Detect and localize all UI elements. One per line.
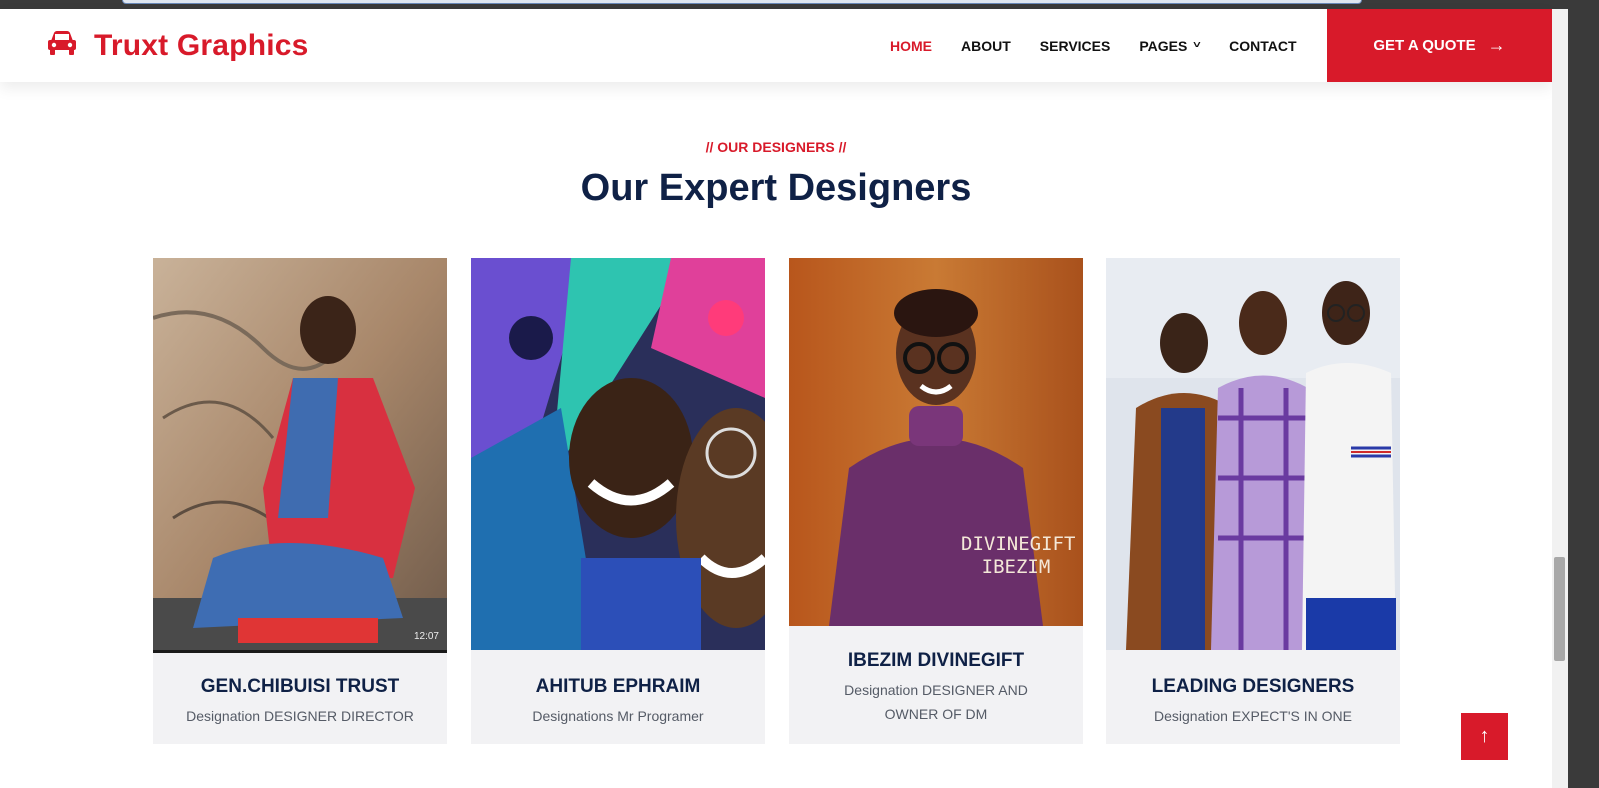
get-a-quote-button[interactable]: GET A QUOTE → bbox=[1327, 9, 1552, 82]
nav-pages-label: PAGES bbox=[1139, 37, 1188, 54]
designer-name: AHITUB EPHRAIM bbox=[535, 676, 701, 697]
designer-photo bbox=[1106, 258, 1400, 650]
scrollbar-thumb[interactable] bbox=[1554, 557, 1565, 661]
nav-contact[interactable]: CONTACT bbox=[1229, 38, 1296, 54]
designer-photo: DIVINEGIFT IBEZIM bbox=[789, 258, 1083, 626]
designer-name: IBEZIM DIVINEGIFT bbox=[847, 650, 1025, 671]
brand-name: Truxt Graphics bbox=[94, 28, 309, 62]
designer-card[interactable]: AHITUB EPHRAIM Designations Mr Programer bbox=[471, 258, 765, 744]
photo-timestamp: 12:07 bbox=[413, 631, 439, 642]
nav-home[interactable]: HOME bbox=[890, 38, 932, 54]
browser-top-strip bbox=[0, 0, 1599, 9]
arrow-up-icon: ↑ bbox=[1479, 725, 1490, 747]
designer-designation: Designation EXPECT'S IN ONE bbox=[1154, 708, 1352, 724]
car-icon bbox=[46, 28, 78, 63]
designer-card[interactable]: 12:07 GEN.CHIBUISI TRUST Designation DES… bbox=[153, 258, 447, 744]
section-title: Our Expert Designers bbox=[580, 167, 972, 209]
quote-label: GET A QUOTE bbox=[1373, 37, 1476, 54]
designer-info: LEADING DESIGNERS Designation EXPECT'S I… bbox=[1106, 676, 1400, 728]
designer-card[interactable]: DIVINEGIFT IBEZIM IBEZIM DIVINEGIFT Desi… bbox=[789, 258, 1083, 744]
photo-watermark: DIVINEGIFT IBEZIM bbox=[961, 533, 1076, 578]
nav-about[interactable]: ABOUT bbox=[961, 38, 1011, 54]
photo-divider bbox=[153, 650, 447, 653]
back-to-top-button[interactable]: ↑ bbox=[1461, 713, 1508, 760]
site-header: Truxt Graphics HOME ABOUT SERVICES PAGES… bbox=[0, 9, 1552, 82]
scrollbar-track[interactable] bbox=[1552, 9, 1568, 788]
designer-card[interactable]: LEADING DESIGNERS Designation EXPECT'S I… bbox=[1106, 258, 1400, 744]
designer-photo: 12:07 bbox=[153, 258, 447, 650]
designer-info: GEN.CHIBUISI TRUST Designation DESIGNER … bbox=[153, 676, 447, 728]
nav-pages[interactable]: PAGES ˅ bbox=[1139, 37, 1202, 54]
designer-info: IBEZIM DIVINEGIFT Designation DESIGNER A… bbox=[789, 650, 1083, 726]
window-edge bbox=[1568, 0, 1599, 788]
arrow-right-icon: → bbox=[1487, 35, 1506, 55]
designer-designation: Designations Mr Programer bbox=[532, 708, 704, 724]
designer-designation: Designation DESIGNER DIRECTOR bbox=[186, 708, 414, 724]
section-subtitle: // OUR DESIGNERS // bbox=[705, 139, 847, 155]
main-nav: HOME ABOUT SERVICES PAGES ˅ CONTACT bbox=[890, 9, 1326, 82]
site-logo[interactable]: Truxt Graphics bbox=[46, 28, 309, 63]
nav-services[interactable]: SERVICES bbox=[1040, 38, 1111, 54]
chevron-down-icon: ˅ bbox=[1193, 40, 1202, 51]
designer-info: AHITUB EPHRAIM Designations Mr Programer bbox=[471, 676, 765, 728]
designer-designation: Designation DESIGNER AND OWNER OF DM bbox=[844, 682, 1028, 722]
designer-name: LEADING DESIGNERS bbox=[1151, 676, 1355, 697]
designer-photo bbox=[471, 258, 765, 650]
designer-name: GEN.CHIBUISI TRUST bbox=[200, 676, 400, 697]
browser-address-bar[interactable] bbox=[122, 0, 1362, 4]
